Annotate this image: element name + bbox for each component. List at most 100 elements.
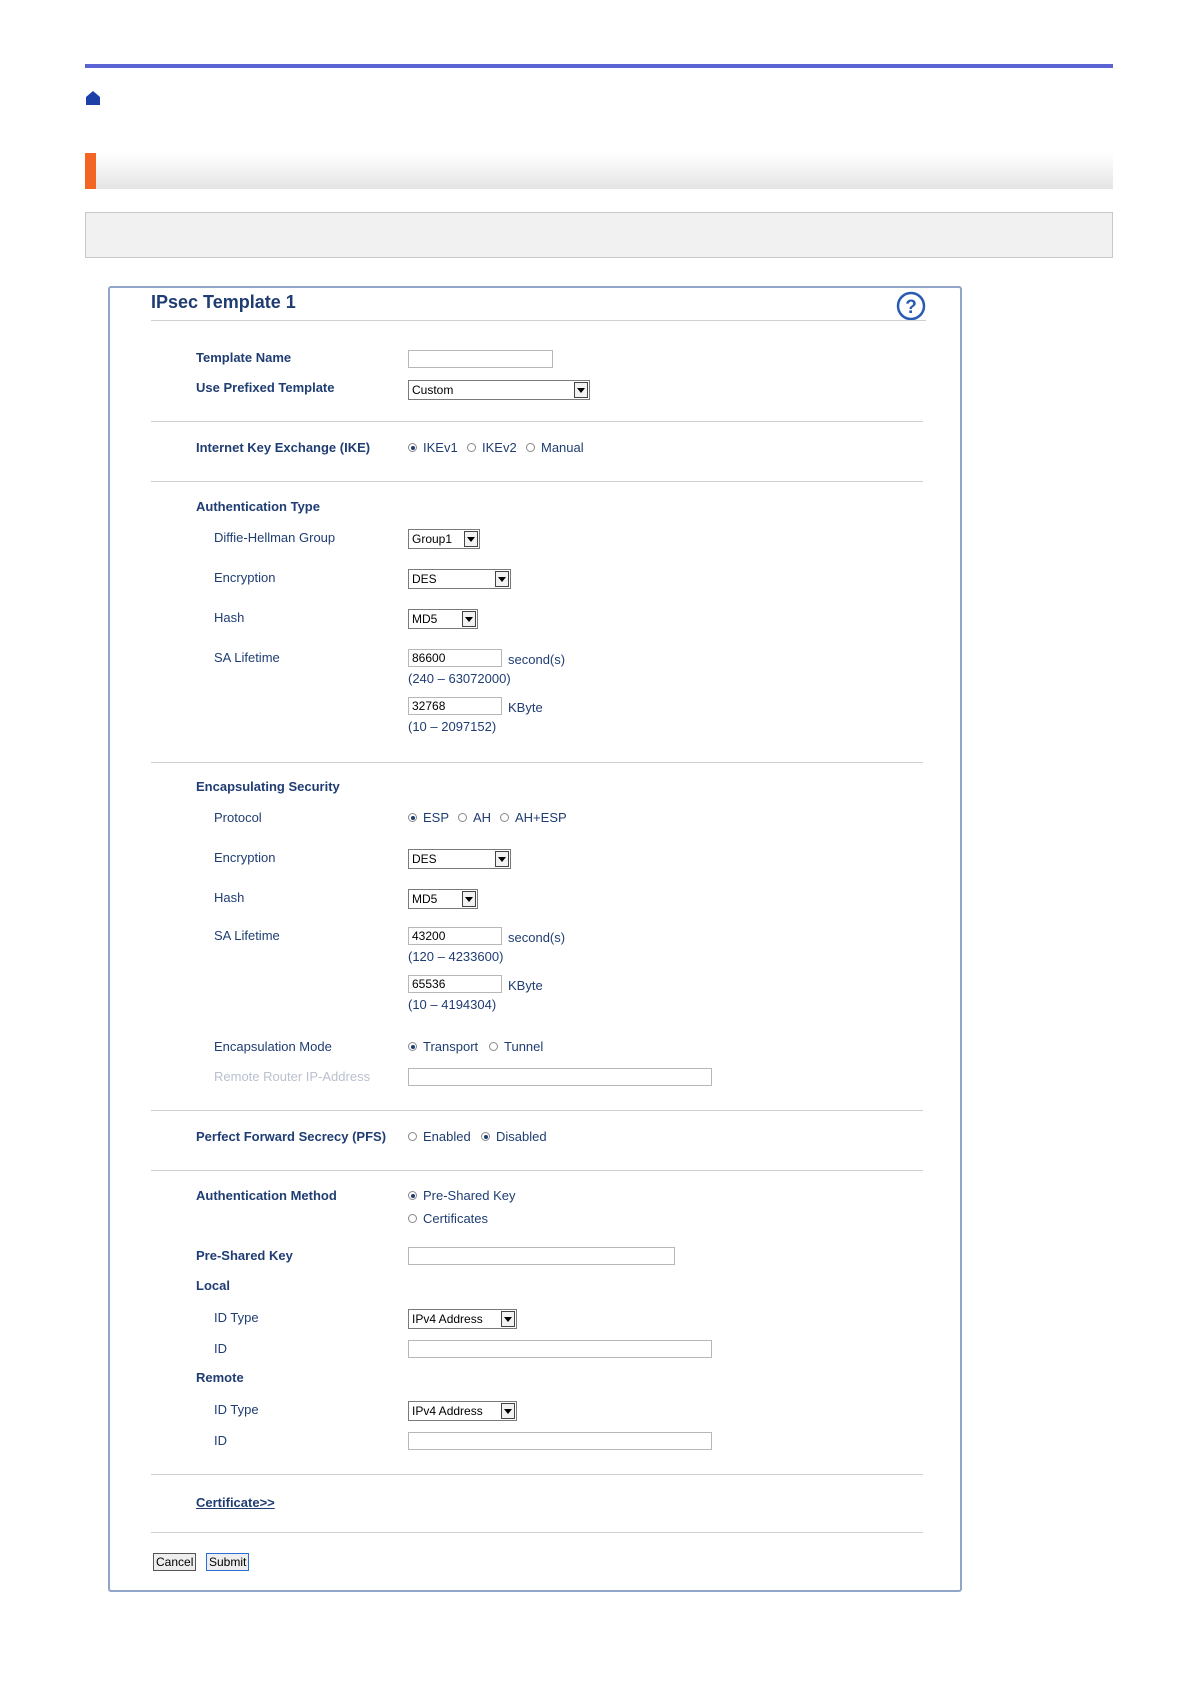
dh-group-value: Group1 — [412, 532, 453, 546]
section-accent — [85, 153, 96, 189]
encap-hash-value: MD5 — [412, 892, 438, 906]
top-rule — [85, 64, 1113, 68]
mode-transport-radio[interactable] — [408, 1042, 417, 1051]
divider — [151, 762, 923, 763]
dh-group-label: Diffie-Hellman Group — [214, 530, 336, 545]
local-id-input[interactable] — [408, 1340, 712, 1358]
pfs-disabled-radio[interactable] — [481, 1132, 490, 1141]
auth-sa-lifetime-label: SA Lifetime — [214, 650, 280, 665]
ike-ikev1-radio[interactable] — [408, 443, 417, 452]
psk-input[interactable] — [408, 1247, 675, 1265]
chevron-down-icon[interactable] — [462, 611, 476, 627]
psk-label: Pre-Shared Key — [196, 1248, 293, 1263]
encap-sa-seconds-input[interactable]: 43200 — [408, 927, 502, 945]
prefixed-template-value: Custom — [412, 383, 454, 397]
divider — [151, 1170, 923, 1171]
auth-sa-kbyte-input[interactable]: 32768 — [408, 697, 502, 715]
encap-hash-label: Hash — [214, 890, 245, 905]
section-header-bar — [85, 153, 1113, 189]
dh-group-select[interactable]: Group1 — [408, 529, 480, 549]
encap-encryption-label: Encryption — [214, 850, 276, 865]
encap-sa-kbyte-input[interactable]: 65536 — [408, 975, 502, 993]
encap-sa-lifetime-label: SA Lifetime — [214, 928, 280, 943]
template-name-input[interactable] — [408, 350, 553, 368]
mode-transport-label: Transport — [423, 1039, 479, 1054]
ike-ikev2-label: IKEv2 — [482, 440, 517, 455]
divider — [151, 421, 923, 422]
auth-hash-select[interactable]: MD5 — [408, 609, 478, 629]
template-name-label: Template Name — [196, 350, 292, 365]
help-icon[interactable]: ? — [896, 291, 926, 321]
protocol-esp-radio[interactable] — [408, 813, 417, 822]
auth-cert-radio[interactable] — [408, 1214, 417, 1223]
encap-encryption-select[interactable]: DES — [408, 849, 511, 869]
auth-psk-option-label: Pre-Shared Key — [423, 1188, 516, 1203]
local-idtype-label: ID Type — [214, 1310, 259, 1325]
chevron-down-icon[interactable] — [574, 382, 588, 398]
auth-sa-seconds-unit: second(s) — [508, 652, 566, 667]
remote-id-label: ID — [214, 1433, 227, 1448]
auth-psk-radio[interactable] — [408, 1191, 417, 1200]
pfs-enabled-radio[interactable] — [408, 1132, 417, 1141]
title-divider — [151, 320, 926, 321]
chevron-down-icon[interactable] — [462, 891, 476, 907]
protocol-ah-radio[interactable] — [458, 813, 467, 822]
protocol-label: Protocol — [214, 810, 262, 825]
local-heading: Local — [196, 1278, 230, 1293]
encap-heading: Encapsulating Security — [196, 779, 340, 794]
local-idtype-select[interactable]: IPv4 Address — [408, 1309, 517, 1329]
home-icon[interactable] — [85, 90, 101, 106]
auth-cert-option-label: Certificates — [423, 1211, 489, 1226]
auth-hash-value: MD5 — [412, 612, 438, 626]
local-id-label: ID — [214, 1341, 227, 1356]
ike-manual-label: Manual — [541, 440, 584, 455]
auth-encryption-select[interactable]: DES — [408, 569, 511, 589]
auth-sa-seconds-range: (240 – 63072000) — [408, 671, 511, 686]
encap-sa-seconds-unit: second(s) — [508, 930, 566, 945]
protocol-ahesp-radio[interactable] — [500, 813, 509, 822]
encap-sa-kbyte-range: (10 – 4194304) — [408, 997, 497, 1012]
local-idtype-value: IPv4 Address — [412, 1312, 483, 1326]
encap-sa-kbyte-unit: KByte — [508, 978, 543, 993]
protocol-esp-label: ESP — [423, 810, 450, 825]
pfs-disabled-label: Disabled — [496, 1129, 547, 1144]
auth-method-label: Authentication Method — [196, 1188, 337, 1203]
note-box — [85, 212, 1113, 258]
mode-tunnel-radio[interactable] — [489, 1042, 498, 1051]
encap-sa-seconds-range: (120 – 4233600) — [408, 949, 504, 964]
encap-mode-label: Encapsulation Mode — [214, 1039, 332, 1054]
protocol-ah-label: AH — [473, 810, 492, 825]
chevron-down-icon[interactable] — [495, 571, 509, 587]
chevron-down-icon[interactable] — [501, 1311, 515, 1327]
submit-button[interactable]: Submit — [206, 1553, 250, 1571]
auth-encryption-value: DES — [412, 572, 437, 586]
auth-sa-kbyte-unit: KByte — [508, 700, 543, 715]
auth-type-heading: Authentication Type — [196, 499, 320, 514]
remote-heading: Remote — [196, 1370, 244, 1385]
ike-ikev2-radio[interactable] — [467, 443, 476, 452]
remote-idtype-select[interactable]: IPv4 Address — [408, 1401, 517, 1421]
remote-id-input[interactable] — [408, 1432, 712, 1450]
chevron-down-icon[interactable] — [501, 1403, 515, 1419]
remote-router-input[interactable] — [408, 1068, 712, 1086]
auth-sa-kbyte-range: (10 – 2097152) — [408, 719, 497, 734]
divider — [151, 1110, 923, 1111]
auth-hash-label: Hash — [214, 610, 245, 625]
chevron-down-icon[interactable] — [495, 851, 509, 867]
ike-label: Internet Key Exchange (IKE) — [196, 440, 371, 455]
remote-router-label: Remote Router IP-Address — [214, 1069, 371, 1084]
remote-idtype-value: IPv4 Address — [412, 1404, 483, 1418]
pfs-label: Perfect Forward Secrecy (PFS) — [196, 1129, 387, 1144]
chevron-down-icon[interactable] — [464, 531, 478, 547]
protocol-ahesp-label: AH+ESP — [515, 810, 567, 825]
remote-idtype-label: ID Type — [214, 1402, 259, 1417]
panel-title: IPsec Template 1 — [151, 292, 296, 312]
certificate-link[interactable]: Certificate>> — [196, 1495, 275, 1510]
ike-manual-radio[interactable] — [526, 443, 535, 452]
prefixed-template-select[interactable]: Custom — [408, 380, 590, 400]
pfs-enabled-label: Enabled — [423, 1129, 471, 1144]
divider — [151, 1532, 923, 1533]
encap-hash-select[interactable]: MD5 — [408, 889, 478, 909]
cancel-button[interactable]: Cancel — [153, 1553, 197, 1571]
auth-sa-seconds-input[interactable]: 86600 — [408, 649, 502, 667]
